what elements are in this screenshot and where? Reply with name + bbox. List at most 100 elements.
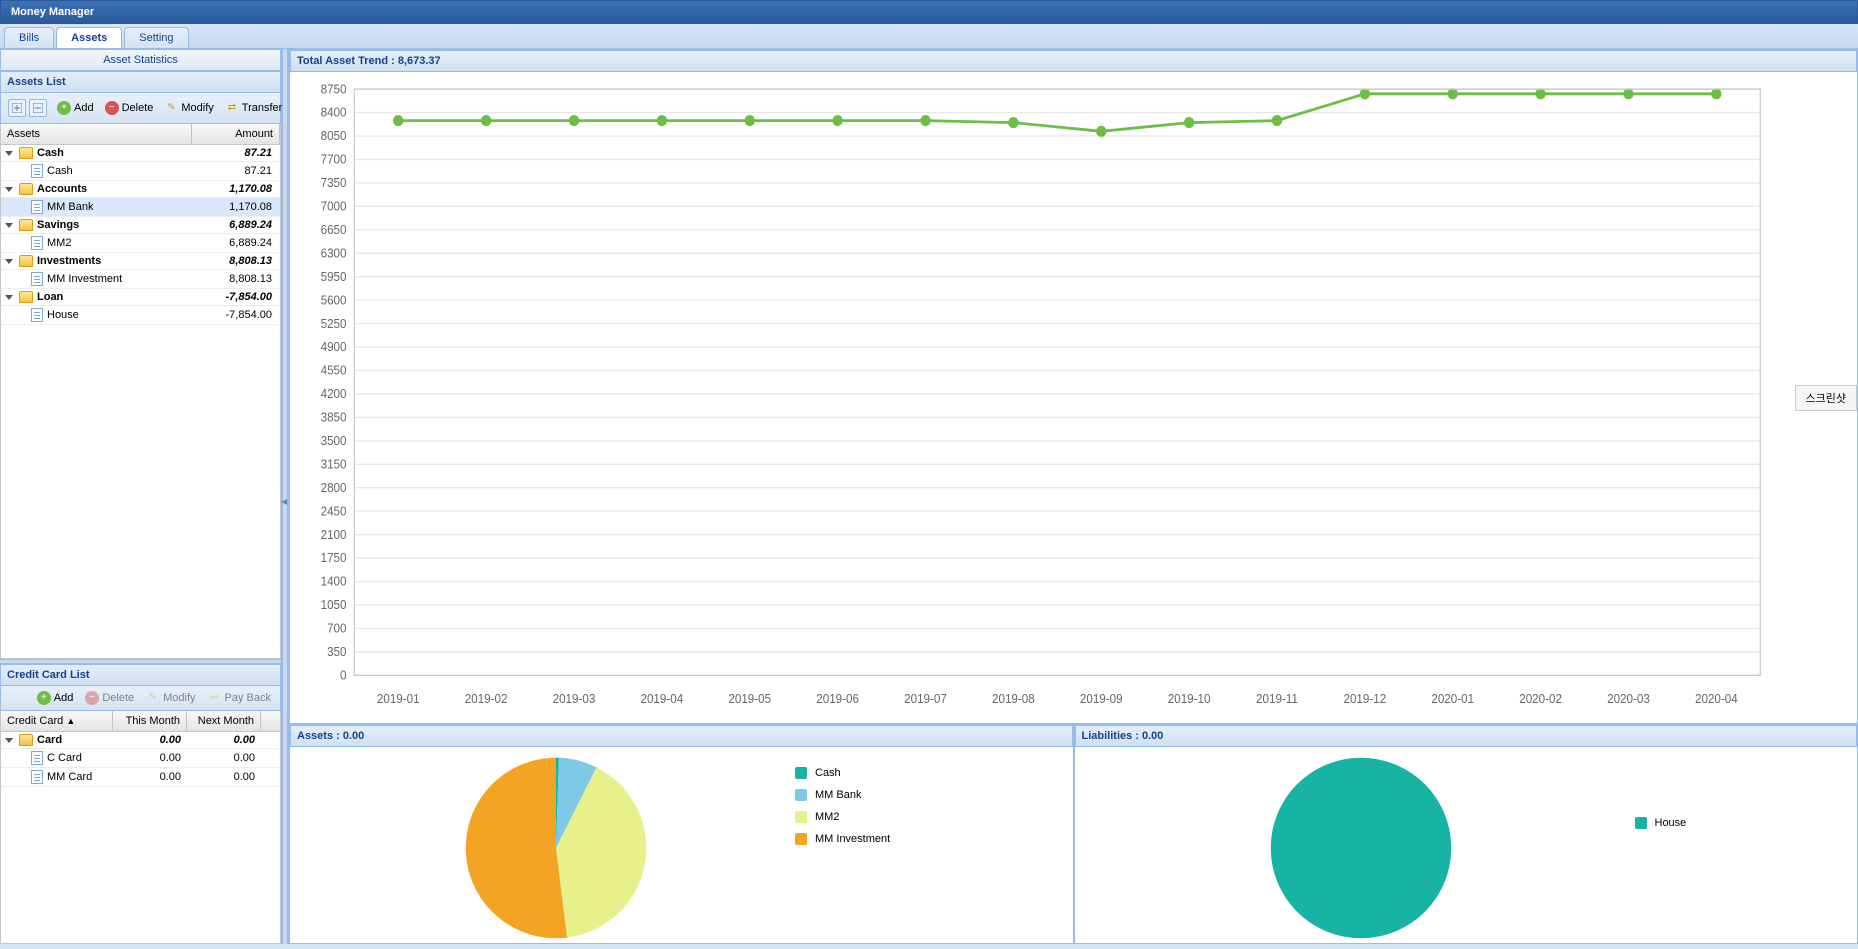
asset-item-row[interactable]: Cash87.21 <box>1 162 280 181</box>
account-icon <box>31 308 43 322</box>
account-icon <box>31 164 43 178</box>
row-amount: 6,889.24 <box>192 237 280 249</box>
expand-icon[interactable] <box>5 223 13 228</box>
svg-text:2019-09: 2019-09 <box>1080 692 1123 706</box>
svg-text:8750: 8750 <box>321 82 347 96</box>
row-amount: 6,889.24 <box>192 219 280 231</box>
row-label: House <box>47 309 79 321</box>
svg-text:7350: 7350 <box>321 176 347 190</box>
row-label: MM2 <box>47 237 71 249</box>
row-amount: 1,170.08 <box>192 201 280 213</box>
delete-button[interactable]: −Delete <box>100 99 159 117</box>
card-icon <box>31 770 43 784</box>
col-this-month[interactable]: This Month <box>113 711 187 731</box>
cc-delete-button[interactable]: −Delete <box>80 689 139 707</box>
svg-text:2019-07: 2019-07 <box>904 692 947 706</box>
asset-group-row[interactable]: Investments8,808.13 <box>1 253 280 270</box>
cc-payback-button[interactable]: ↩Pay Back <box>203 689 276 707</box>
liabilities-pie-legend: House <box>1635 817 1687 829</box>
asset-item-row[interactable]: MM Investment8,808.13 <box>1 270 280 289</box>
svg-text:2019-11: 2019-11 <box>1256 692 1298 706</box>
svg-text:2019-10: 2019-10 <box>1168 692 1211 706</box>
tab-setting[interactable]: Setting <box>124 27 188 48</box>
assets-pie-chart[interactable]: Cash MM Bank MM2 MM Investment <box>290 747 1073 949</box>
svg-text:8050: 8050 <box>321 129 347 143</box>
expand-icon[interactable] <box>5 151 13 156</box>
svg-text:2019-01: 2019-01 <box>377 692 420 706</box>
svg-text:2019-08: 2019-08 <box>992 692 1035 706</box>
col-credit-card[interactable]: Credit Card ▲ <box>1 711 113 731</box>
account-icon <box>31 272 43 286</box>
transfer-icon: ⇄ <box>225 101 239 115</box>
svg-text:2020-02: 2020-02 <box>1519 692 1562 706</box>
card-icon <box>31 751 43 765</box>
col-next-month[interactable]: Next Month <box>187 711 261 731</box>
svg-text:2020-04: 2020-04 <box>1695 692 1738 706</box>
cc-modify-button[interactable]: ✎Modify <box>141 689 200 707</box>
col-assets[interactable]: Assets <box>1 124 192 144</box>
svg-text:350: 350 <box>327 645 347 659</box>
expand-icon[interactable] <box>5 295 13 300</box>
this-month-value: 0.00 <box>113 752 187 764</box>
legend-color-icon <box>795 767 807 779</box>
asset-item-row[interactable]: House-7,854.00 <box>1 306 280 325</box>
asset-group-row[interactable]: Accounts1,170.08 <box>1 181 280 198</box>
folder-icon <box>19 734 33 746</box>
account-icon <box>31 200 43 214</box>
svg-text:2019-04: 2019-04 <box>640 692 683 706</box>
asset-group-row[interactable]: Loan-7,854.00 <box>1 289 280 306</box>
asset-item-row[interactable]: MM2 6,889.24 <box>1 234 280 253</box>
svg-text:6300: 6300 <box>321 246 347 260</box>
tab-assets[interactable]: Assets <box>56 27 122 48</box>
next-month-value: 0.00 <box>187 752 261 764</box>
assets-pie-panel: Assets : 0.00 Cash MM Bank MM2 MM Invest… <box>289 724 1074 944</box>
expand-all-icon[interactable] <box>8 99 26 117</box>
folder-icon <box>19 219 33 231</box>
cc-toolbar: +Add −Delete ✎Modify ↩Pay Back <box>0 686 281 711</box>
row-label: Savings <box>37 219 79 231</box>
svg-text:1050: 1050 <box>321 598 347 612</box>
svg-text:2100: 2100 <box>321 527 347 541</box>
liabilities-pie-chart[interactable]: House <box>1075 747 1858 949</box>
row-label: Card <box>37 734 62 746</box>
cc-item-row[interactable]: MM Card0.000.00 <box>1 768 280 787</box>
asset-group-row[interactable]: Cash87.21 <box>1 145 280 162</box>
collapse-all-icon[interactable] <box>29 99 47 117</box>
pencil-icon: ✎ <box>146 691 160 705</box>
assets-toolbar: +Add −Delete ✎Modify ⇄Transfer <box>0 93 281 124</box>
svg-text:2019-02: 2019-02 <box>465 692 508 706</box>
screenshot-button[interactable]: 스크린샷 <box>1795 385 1857 411</box>
trend-chart-title: Total Asset Trend : 8,673.37 <box>290 50 1857 72</box>
trend-chart[interactable]: 0350700105014001750210024502800315035003… <box>290 72 1857 723</box>
tab-bills[interactable]: Bills <box>4 27 54 48</box>
svg-text:2020-01: 2020-01 <box>1431 692 1474 706</box>
asset-statistics-header[interactable]: Asset Statistics <box>0 49 281 71</box>
legend-color-icon <box>1635 817 1647 829</box>
expand-icon[interactable] <box>5 187 13 192</box>
legend-color-icon <box>795 811 807 823</box>
expand-icon[interactable] <box>5 738 13 743</box>
assets-pie-legend: Cash MM Bank MM2 MM Investment <box>795 767 890 845</box>
vertical-splitter[interactable] <box>282 49 288 944</box>
expand-icon[interactable] <box>5 259 13 264</box>
row-label: Investments <box>37 255 101 267</box>
row-label: Loan <box>37 291 63 303</box>
modify-button[interactable]: ✎Modify <box>159 99 218 117</box>
col-amount[interactable]: Amount <box>192 124 280 144</box>
this-month-value: 0.00 <box>113 771 187 783</box>
assets-tree: Cash87.21Cash87.21Accounts1,170.08MM Ban… <box>0 145 281 659</box>
svg-text:3850: 3850 <box>321 410 347 424</box>
cc-group-row[interactable]: Card0.000.00 <box>1 732 280 749</box>
asset-group-row[interactable]: Savings 6,889.24 <box>1 217 280 234</box>
row-label: MM Bank <box>47 201 93 213</box>
svg-text:0: 0 <box>340 668 347 682</box>
asset-item-row[interactable]: MM Bank 1,170.08 <box>1 198 280 217</box>
add-button[interactable]: +Add <box>52 99 99 117</box>
next-month-value: 0.00 <box>187 734 261 746</box>
cc-item-row[interactable]: C Card0.000.00 <box>1 749 280 768</box>
cc-add-button[interactable]: +Add <box>32 689 79 707</box>
row-label: Accounts <box>37 183 87 195</box>
pencil-icon: ✎ <box>164 101 178 115</box>
transfer-button[interactable]: ⇄Transfer <box>220 99 288 117</box>
row-label: Cash <box>37 147 64 159</box>
